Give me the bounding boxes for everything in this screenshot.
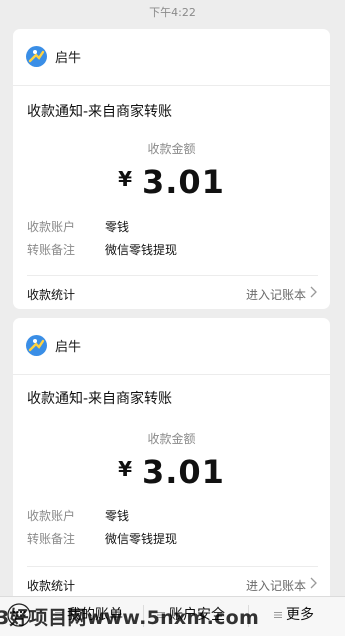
ledger-link[interactable]: 收款统计 进入记账本 [27,275,318,309]
menu-label: 更多 [286,607,314,623]
detail-key: 收款账户 [27,220,76,234]
detail-row-account: 收款账户 零钱 [27,218,129,235]
amount-display: ¥3.01 [13,453,330,491]
message-card: 启牛 收款通知-来自商家转账 收款金额 ¥3.01 收款账户 零钱 转账备注 微信零… [13,318,330,608]
amount-label: 收款金额 [147,142,196,156]
amount-label: 收款金额 [147,432,196,446]
sender-name: 启牛 [55,340,82,355]
amount-display: ¥3.01 [13,163,330,201]
message-title: 收款通知-来自商家转账 [27,104,173,120]
detail-key: 收款账户 [27,509,76,523]
status-time: 下午4:22 [149,6,196,19]
menu-more[interactable]: 更多 [274,597,314,636]
footer-action[interactable]: 进入记账本 [246,286,306,303]
message-card: 启牛 收款通知-来自商家转账 收款金额 ¥3.01 收款账户 零钱 转账备注 微信零… [13,29,330,309]
footer-label: 收款统计 [27,579,76,593]
currency-symbol: ¥ [118,457,132,481]
sender-name: 启牛 [55,51,82,66]
amount-value: 3.01 [141,163,225,201]
footer-label: 收款统计 [27,288,76,302]
amount-value: 3.01 [141,453,225,491]
detail-value: 零钱 [105,509,130,523]
card-header[interactable]: 启牛 [13,29,330,86]
detail-key: 转账备注 [27,532,76,546]
currency-symbol: ¥ [118,167,132,191]
detail-value: 微信零钱提现 [105,243,178,257]
message-title: 收款通知-来自商家转账 [27,391,173,407]
watermark-text: 3好项目网www.5nxm.com [0,607,260,629]
card-header[interactable]: 启牛 [13,318,330,375]
detail-key: 转账备注 [27,243,76,257]
sender-logo-icon [26,335,47,356]
chevron-right-icon [310,577,317,589]
sender-logo-icon [26,46,47,67]
detail-value: 微信零钱提现 [105,532,178,546]
detail-row-account: 收款账户 零钱 [27,507,129,524]
chevron-right-icon [310,286,317,298]
menu-lines-icon [274,612,282,618]
detail-row-remark: 转账备注 微信零钱提现 [27,530,177,547]
footer-action[interactable]: 进入记账本 [246,577,306,594]
detail-value: 零钱 [105,220,130,234]
detail-row-remark: 转账备注 微信零钱提现 [27,241,177,258]
